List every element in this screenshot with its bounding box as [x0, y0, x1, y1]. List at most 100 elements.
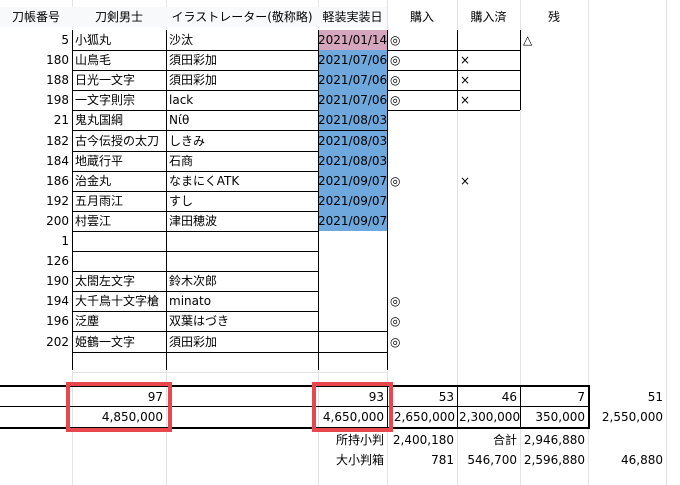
cell-buy[interactable] [387, 352, 457, 372]
cell-buy[interactable] [387, 131, 457, 151]
cell-illustrator[interactable]: なまにくATK [166, 171, 318, 191]
cell-illustrator[interactable]: 石商 [166, 151, 318, 171]
cell-num[interactable]: 194 [0, 291, 72, 311]
cell-bought[interactable] [457, 30, 520, 50]
cell-rest[interactable] [520, 231, 588, 251]
cell-name[interactable]: 姫鶴一文字 [72, 332, 166, 352]
cell-rest[interactable] [520, 171, 588, 191]
summary-box-count[interactable]: 781 [387, 450, 457, 470]
cell-date[interactable]: 2021/09/07 [318, 171, 387, 191]
summary-label-box[interactable]: 大小判箱 [318, 450, 387, 470]
total-count-buy[interactable]: 53 [387, 387, 457, 407]
cell-rest[interactable]: △ [520, 30, 588, 50]
total-count-rest[interactable]: 7 [520, 387, 588, 407]
cell-date[interactable] [318, 251, 387, 271]
cell-bought[interactable]: × [457, 70, 520, 90]
total-price-bought[interactable]: 2,300,000 [457, 407, 520, 427]
cell-num[interactable]: 196 [0, 311, 72, 331]
cell-name[interactable] [72, 231, 166, 251]
cell-buy[interactable] [387, 151, 457, 171]
cell-date[interactable]: 2021/07/06 [318, 50, 387, 70]
cell-bought[interactable] [457, 110, 520, 130]
cell-illustrator[interactable]: 須田彩加 [166, 50, 318, 70]
total-count-extra[interactable]: 51 [588, 387, 666, 407]
cell-bought[interactable] [457, 291, 520, 311]
cell-illustrator[interactable] [166, 352, 318, 372]
total-price-rest[interactable]: 350,000 [520, 407, 588, 427]
cell-num[interactable]: 198 [0, 90, 72, 110]
cell-bought[interactable] [457, 191, 520, 211]
cell-buy[interactable]: ◎ [387, 30, 457, 50]
header-bought[interactable]: 購入済 [457, 7, 520, 27]
cell-rest[interactable] [520, 90, 588, 110]
cell-rest[interactable] [520, 311, 588, 331]
cell-num[interactable] [0, 352, 72, 372]
cell-buy[interactable] [387, 271, 457, 291]
cell-buy[interactable] [387, 191, 457, 211]
cell-name[interactable]: 五月雨江 [72, 191, 166, 211]
cell-buy[interactable]: ◎ [387, 291, 457, 311]
cell-illustrator[interactable]: 津田穂波 [166, 211, 318, 231]
cell-buy[interactable]: ◎ [387, 332, 457, 352]
cell-name[interactable]: 泛塵 [72, 311, 166, 331]
cell-rest[interactable] [520, 332, 588, 352]
cell-bought[interactable] [457, 151, 520, 171]
cell-name[interactable]: 大千鳥十文字槍 [72, 291, 166, 311]
cell-illustrator[interactable]: Nίθ [166, 110, 318, 130]
cell-name[interactable] [72, 251, 166, 271]
cell-num[interactable]: 192 [0, 191, 72, 211]
cell-bought[interactable] [457, 352, 520, 372]
cell-buy[interactable]: ◎ [387, 90, 457, 110]
cell-rest[interactable] [520, 70, 588, 90]
cell-date[interactable] [318, 352, 387, 372]
cell-bought[interactable] [457, 231, 520, 251]
cell-date[interactable] [318, 332, 387, 352]
total-count-bought[interactable]: 46 [457, 387, 520, 407]
cell-date[interactable]: 2021/08/03 [318, 131, 387, 151]
cell-rest[interactable] [520, 271, 588, 291]
header-date[interactable]: 軽装実装日 [318, 7, 387, 27]
cell-date[interactable]: 2021/07/06 [318, 90, 387, 110]
cell-name[interactable] [72, 352, 166, 372]
cell-name[interactable]: 村雲江 [72, 211, 166, 231]
total-price-extra[interactable]: 2,550,000 [588, 407, 666, 427]
cell-bought[interactable] [457, 332, 520, 352]
header-num[interactable]: 刀帳番号 [0, 7, 72, 27]
cell-illustrator[interactable]: 鈴木次郎 [166, 271, 318, 291]
cell-illustrator[interactable]: 須田彩加 [166, 70, 318, 90]
cell-num[interactable]: 21 [0, 110, 72, 130]
cell-name[interactable]: 太閤左文字 [72, 271, 166, 291]
cell-name[interactable]: 小狐丸 [72, 30, 166, 50]
cell-rest[interactable] [520, 151, 588, 171]
cell-num[interactable]: 182 [0, 131, 72, 151]
cell-bought[interactable] [457, 211, 520, 231]
cell-buy[interactable]: ◎ [387, 50, 457, 70]
cell-date[interactable] [318, 291, 387, 311]
cell-date[interactable] [318, 311, 387, 331]
summary-box-value[interactable]: 546,700 [457, 450, 520, 470]
cell-buy[interactable]: ◎ [387, 171, 457, 191]
cell-date[interactable]: 2021/07/06 [318, 70, 387, 90]
spreadsheet-grid[interactable]: 刀帳番号 刀剣男士 イラストレーター(敬称略) 軽装実装日 購入 購入済 残 5… [0, 0, 680, 485]
cell-name[interactable]: 地蔵行平 [72, 151, 166, 171]
header-buy[interactable]: 購入 [387, 7, 457, 27]
cell-name[interactable]: 古今伝授の太刀 [72, 131, 166, 151]
cell-buy[interactable]: ◎ [387, 70, 457, 90]
total-price-buy[interactable]: 2,650,000 [387, 407, 457, 427]
cell-num[interactable]: 200 [0, 211, 72, 231]
cell-name[interactable]: 一文字則宗 [72, 90, 166, 110]
header-name[interactable]: 刀剣男士 [72, 7, 166, 27]
cell-buy[interactable] [387, 110, 457, 130]
cell-rest[interactable] [520, 211, 588, 231]
summary-koban-value[interactable]: 2,400,180 [387, 430, 457, 450]
cell-num[interactable]: 202 [0, 332, 72, 352]
cell-rest[interactable] [520, 291, 588, 311]
cell-bought[interactable]: × [457, 90, 520, 110]
summary-remaining[interactable]: 46,880 [588, 450, 666, 470]
cell-num[interactable]: 188 [0, 70, 72, 90]
cell-date[interactable]: 2021/09/07 [318, 191, 387, 211]
cell-bought[interactable] [457, 251, 520, 271]
cell-illustrator[interactable]: 沙汰 [166, 30, 318, 50]
cell-num[interactable]: 126 [0, 251, 72, 271]
cell-num[interactable]: 1 [0, 231, 72, 251]
